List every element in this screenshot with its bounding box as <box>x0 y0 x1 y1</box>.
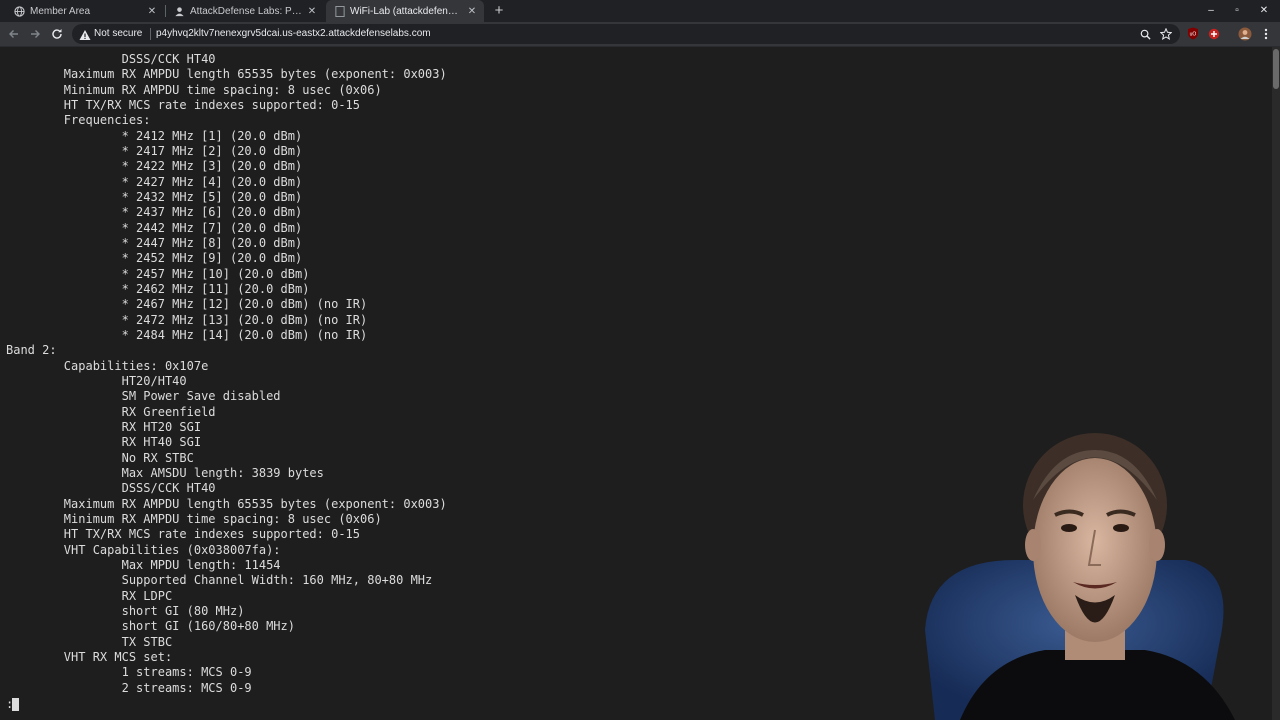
browser-toolbar: Not secure p4yhvq2kltv7nenexgrv5dcai.us-… <box>0 22 1280 47</box>
tab-title: Member Area <box>30 5 91 17</box>
tab-title: AttackDefense Labs: Pente <box>190 5 302 17</box>
terminal-line: HT TX/RX MCS rate indexes supported: 0-1… <box>6 527 361 542</box>
ublock-extension-icon[interactable]: uO <box>1185 26 1200 41</box>
terminal-line: * 2467 MHz [12] (20.0 dBm) (no IR) <box>6 297 368 312</box>
terminal-line: VHT Capabilities (0x038007fa): <box>6 542 281 557</box>
terminal-line: DSSS/CCK HT40 <box>6 52 216 66</box>
new-tab-button[interactable]: + <box>490 0 508 22</box>
terminal-line: Maximum RX AMPDU length 65535 bytes (exp… <box>6 496 447 511</box>
scrollbar-thumb[interactable] <box>1273 49 1279 89</box>
globe-icon <box>14 5 25 17</box>
terminal-line: short GI (160/80+80 MHz) <box>6 619 295 634</box>
terminal-line: * 2484 MHz [14] (20.0 dBm) (no IR) <box>6 327 368 342</box>
tab-close-icon[interactable]: ✕ <box>306 6 318 17</box>
tab-member-area[interactable]: Member Area ✕ <box>6 0 164 22</box>
zoom-icon[interactable] <box>1138 27 1152 41</box>
terminal-line: Capabilities: 0x107e <box>6 358 209 373</box>
back-button[interactable] <box>5 25 23 43</box>
terminal-line: VHT RX MCS set: <box>6 649 173 664</box>
terminal-line: Max AMSDU length: 3839 bytes <box>6 465 324 480</box>
arrow-left-icon <box>9 30 18 38</box>
terminal-line: * 2427 MHz [4] (20.0 dBm) <box>6 174 303 189</box>
security-status[interactable]: Not secure <box>94 28 142 39</box>
warning-icon[interactable] <box>79 28 91 40</box>
terminal-line: DSSS/CCK HT40 <box>6 481 216 496</box>
tab-wifi-lab[interactable]: WiFi-Lab (attackdefense.c ✕ <box>326 0 484 22</box>
terminal-line: * 2452 MHz [9] (20.0 dBm) <box>6 251 303 266</box>
terminal-line: RX HT20 SGI <box>6 419 202 434</box>
terminal-cursor <box>12 698 19 711</box>
tab-close-icon[interactable]: ✕ <box>466 6 478 17</box>
terminal-line: short GI (80 MHz) <box>6 603 245 618</box>
close-window-button[interactable]: ✕ <box>1251 0 1277 22</box>
terminal-line: * 2412 MHz [1] (20.0 dBm) <box>6 128 303 143</box>
omnibox-divider <box>150 28 151 40</box>
terminal-line: HT TX/RX MCS rate indexes supported: 0-1… <box>6 97 361 112</box>
forward-button[interactable] <box>26 25 44 43</box>
terminal-line: SM Power Save disabled <box>6 389 281 404</box>
terminal-line: Minimum RX AMPDU time spacing: 8 usec (0… <box>6 82 382 97</box>
svg-text:uO: uO <box>1189 32 1196 38</box>
terminal-line: Maximum RX AMPDU length 65535 bytes (exp… <box>6 67 447 82</box>
terminal-line: Max MPDU length: 11454 <box>6 557 281 572</box>
terminal-line: Frequencies: <box>6 113 151 128</box>
terminal-line: Band 2: <box>6 343 57 358</box>
blank-page-icon <box>334 5 345 17</box>
bookmark-star-icon[interactable] <box>1159 27 1173 41</box>
terminal-line: 1 streams: MCS 0-9 <box>6 665 252 680</box>
terminal-line: * 2447 MHz [8] (20.0 dBm) <box>6 235 303 250</box>
reload-button[interactable] <box>48 25 66 43</box>
terminal-line: * 2417 MHz [2] (20.0 dBm) <box>6 143 303 158</box>
user-icon <box>174 6 185 17</box>
browser-tab-strip: Member Area ✕ AttackDefense Labs: Pente … <box>0 0 1280 22</box>
terminal-line: HT20/HT40 <box>6 373 187 388</box>
extension-red-icon[interactable] <box>1206 26 1221 41</box>
tab-title: WiFi-Lab (attackdefense.c <box>350 5 462 17</box>
browser-menu-icon[interactable] <box>1258 26 1273 41</box>
arrow-right-icon <box>31 30 40 38</box>
terminal-line: * 2442 MHz [7] (20.0 dBm) <box>6 220 303 235</box>
presenter-webcam-video <box>905 410 1280 720</box>
terminal-line: No RX STBC <box>6 450 194 465</box>
terminal-line: * 2462 MHz [11] (20.0 dBm) <box>6 281 310 296</box>
terminal-line: * 2422 MHz [3] (20.0 dBm) <box>6 159 303 174</box>
profile-avatar[interactable] <box>1237 26 1252 41</box>
reload-icon <box>52 29 62 39</box>
terminal-line: * 2472 MHz [13] (20.0 dBm) (no IR) <box>6 312 368 327</box>
terminal-line: RX Greenfield <box>6 404 216 419</box>
terminal-line: * 2457 MHz [10] (20.0 dBm) <box>6 266 310 281</box>
maximize-button[interactable]: ▫ <box>1224 0 1250 22</box>
terminal-line: RX LDPC <box>6 588 173 603</box>
terminal-line: * 2437 MHz [6] (20.0 dBm) <box>6 205 303 220</box>
terminal-line: * 2432 MHz [5] (20.0 dBm) <box>6 189 303 204</box>
terminal-line: Minimum RX AMPDU time spacing: 8 usec (0… <box>6 511 382 526</box>
url-text[interactable]: p4yhvq2kltv7nenexgrv5dcai.us-eastx2.atta… <box>156 28 431 39</box>
terminal-line: Supported Channel Width: 160 MHz, 80+80 … <box>6 573 433 588</box>
tab-attackdefense-labs[interactable]: AttackDefense Labs: Pente ✕ <box>166 0 324 22</box>
address-bar[interactable]: Not secure p4yhvq2kltv7nenexgrv5dcai.us-… <box>72 24 1180 44</box>
terminal-line: 2 streams: MCS 0-9 <box>6 680 252 695</box>
minimize-button[interactable]: – <box>1198 0 1224 22</box>
tab-close-icon[interactable]: ✕ <box>146 6 158 17</box>
terminal-line: RX HT40 SGI <box>6 435 202 450</box>
terminal-line: TX STBC <box>6 634 173 649</box>
